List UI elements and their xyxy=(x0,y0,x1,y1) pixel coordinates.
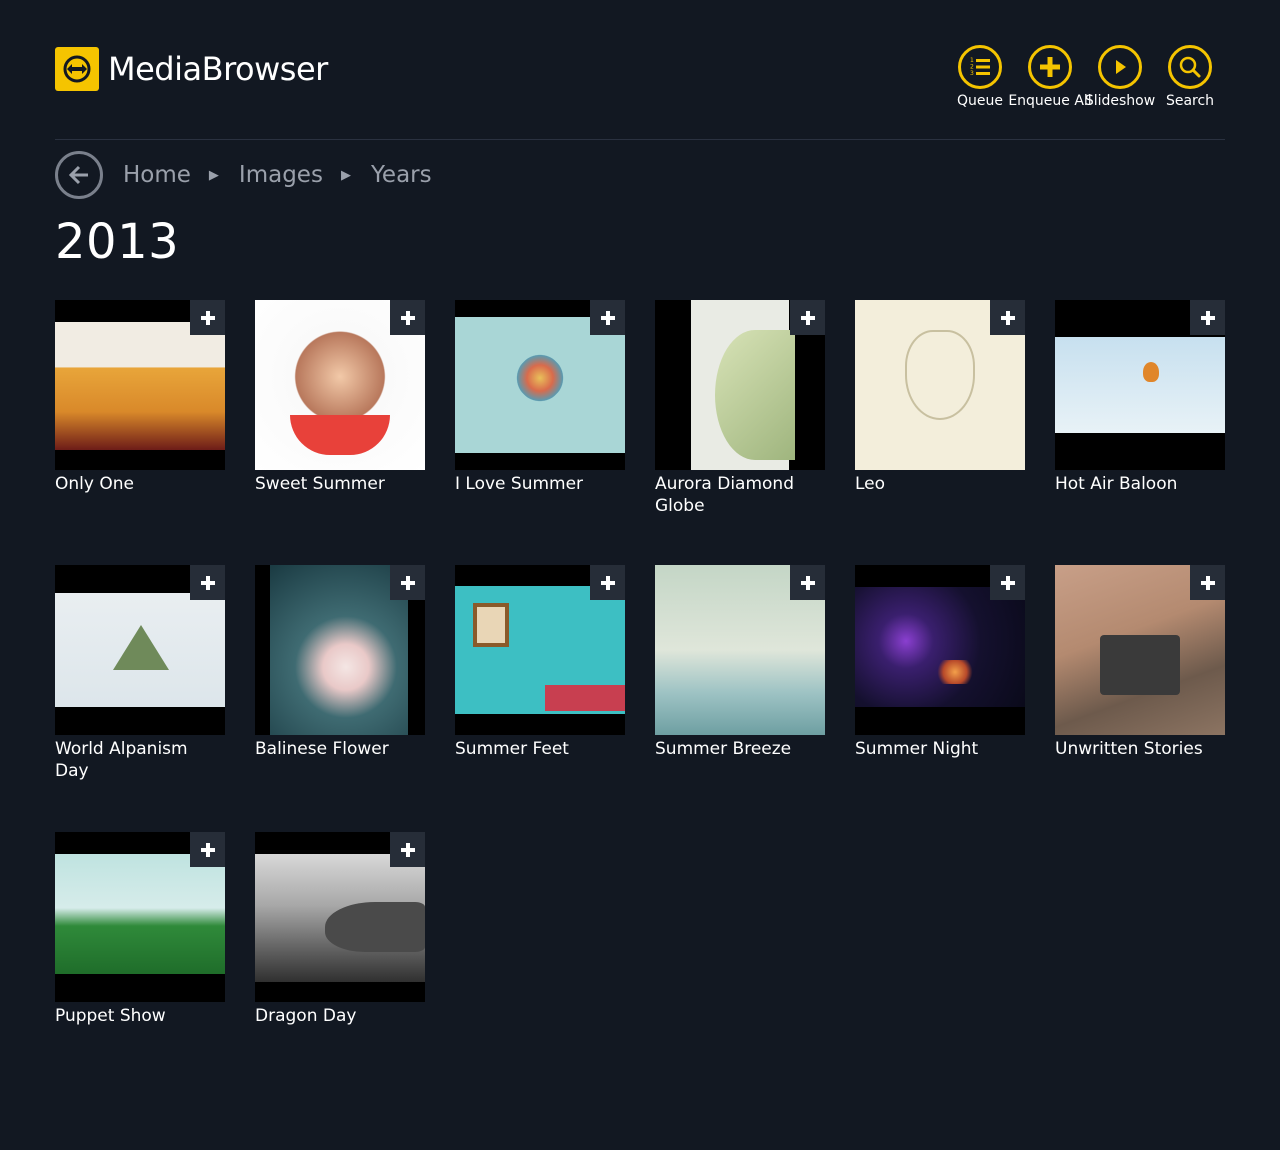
breadcrumb-separator-icon: ▶ xyxy=(208,167,219,183)
add-button[interactable] xyxy=(990,565,1025,600)
grid-item[interactable]: Unwritten Stories xyxy=(1055,565,1225,760)
add-button[interactable] xyxy=(990,300,1025,335)
add-button[interactable] xyxy=(1190,565,1225,600)
add-button[interactable] xyxy=(390,300,425,335)
queue-icon: 1 2 3 xyxy=(958,45,1002,89)
breadcrumb-home[interactable]: Home xyxy=(123,162,191,188)
header-divider xyxy=(55,139,1225,140)
grid-item[interactable]: Only One xyxy=(55,300,225,495)
grid-item[interactable]: Summer Breeze xyxy=(655,565,825,760)
item-title: Aurora Diamond Globe xyxy=(655,474,794,516)
thumbnail-detail xyxy=(545,685,625,711)
plus-icon xyxy=(800,310,815,325)
grid-item[interactable]: Sweet Summer xyxy=(255,300,425,495)
grid-item[interactable]: Summer Feet xyxy=(455,565,625,760)
item-title: Summer Feet xyxy=(455,739,569,759)
grid-item[interactable]: Hot Air Baloon xyxy=(1055,300,1225,495)
grid-item[interactable]: Summer Night xyxy=(855,565,1025,760)
grid-item[interactable]: Aurora Diamond Globe xyxy=(655,300,825,517)
search-label: Search xyxy=(1165,93,1215,109)
add-button[interactable] xyxy=(590,300,625,335)
add-button[interactable] xyxy=(190,832,225,867)
add-button[interactable] xyxy=(390,832,425,867)
grid-item[interactable]: I Love Summer xyxy=(455,300,625,495)
plus-icon xyxy=(400,575,415,590)
enqueue-all-button[interactable]: Enqueue All xyxy=(1008,45,1092,109)
item-title: Summer Night xyxy=(855,739,979,759)
item-title: Hot Air Baloon xyxy=(1055,474,1178,494)
thumbnail-image xyxy=(55,854,225,974)
item-title: Dragon Day xyxy=(255,1006,357,1026)
plus-icon xyxy=(600,310,615,325)
breadcrumb: Home ▶ Images ▶ Years xyxy=(55,151,432,199)
breadcrumb-images[interactable]: Images xyxy=(239,162,323,188)
thumbnail-image xyxy=(55,322,225,450)
queue-label: Queue xyxy=(957,93,1003,109)
thumbnail-detail xyxy=(473,603,509,647)
thumbnail-detail xyxy=(715,330,795,460)
thumbnail-detail xyxy=(113,625,169,670)
plus-icon xyxy=(200,310,215,325)
add-button[interactable] xyxy=(790,565,825,600)
add-button[interactable] xyxy=(190,300,225,335)
plus-icon xyxy=(1000,310,1015,325)
slideshow-button[interactable]: Slideshow xyxy=(1085,45,1155,109)
breadcrumb-separator-icon: ▶ xyxy=(340,167,351,183)
app-title: MediaBrowser xyxy=(108,50,328,88)
add-button[interactable] xyxy=(190,565,225,600)
add-button[interactable] xyxy=(790,300,825,335)
item-title: Summer Breeze xyxy=(655,739,792,759)
item-title: Balinese Flower xyxy=(255,739,389,759)
app-logo: MediaBrowser xyxy=(55,47,328,91)
logo-icon xyxy=(55,47,99,91)
enqueue-all-label: Enqueue All xyxy=(1008,93,1092,109)
back-button[interactable] xyxy=(55,151,103,199)
grid-item[interactable]: Puppet Show xyxy=(55,832,225,1027)
svg-text:3: 3 xyxy=(970,70,974,77)
add-button[interactable] xyxy=(1190,300,1225,335)
slideshow-label: Slideshow xyxy=(1084,93,1156,109)
play-icon xyxy=(1098,45,1142,89)
search-button[interactable]: Search xyxy=(1155,45,1225,109)
add-button[interactable] xyxy=(390,565,425,600)
plus-icon xyxy=(800,575,815,590)
item-title: Leo xyxy=(855,474,886,494)
add-button[interactable] xyxy=(590,565,625,600)
thumbnail-image xyxy=(1055,337,1225,433)
page-title: 2013 xyxy=(55,214,180,270)
item-title: Unwritten Stories xyxy=(1055,739,1203,759)
plus-icon xyxy=(1000,575,1015,590)
thumbnail-detail xyxy=(935,660,975,684)
plus-icon xyxy=(400,310,415,325)
back-arrow-icon xyxy=(68,165,88,185)
plus-icon xyxy=(1200,575,1215,590)
plus-icon xyxy=(400,842,415,857)
plus-icon xyxy=(200,842,215,857)
toolbar: 1 2 3 Queue Enqueue All Slideshow Search xyxy=(945,45,1225,109)
queue-button[interactable]: 1 2 3 Queue xyxy=(945,45,1015,109)
item-title: I Love Summer xyxy=(455,474,584,494)
grid-item[interactable]: Leo xyxy=(855,300,1025,495)
thumbnail-detail xyxy=(325,902,425,952)
plus-icon xyxy=(1200,310,1215,325)
thumbnail-detail xyxy=(1100,635,1180,695)
grid-item[interactable]: World Alpanism Day xyxy=(55,565,225,782)
plus-icon xyxy=(600,575,615,590)
breadcrumb-years[interactable]: Years xyxy=(371,162,432,188)
item-title: Puppet Show xyxy=(55,1006,166,1026)
plus-icon xyxy=(200,575,215,590)
grid-item[interactable]: Dragon Day xyxy=(255,832,425,1027)
thumbnail-detail xyxy=(1143,362,1159,382)
item-title: World Alpanism Day xyxy=(55,739,188,781)
plus-icon xyxy=(1028,45,1072,89)
thumbnail-image xyxy=(270,565,408,735)
item-title: Only One xyxy=(55,474,134,494)
grid-item[interactable]: Balinese Flower xyxy=(255,565,425,760)
thumbnail-image xyxy=(855,587,1025,707)
search-icon xyxy=(1168,45,1212,89)
item-title: Sweet Summer xyxy=(255,474,385,494)
thumbnail-detail xyxy=(905,330,975,420)
